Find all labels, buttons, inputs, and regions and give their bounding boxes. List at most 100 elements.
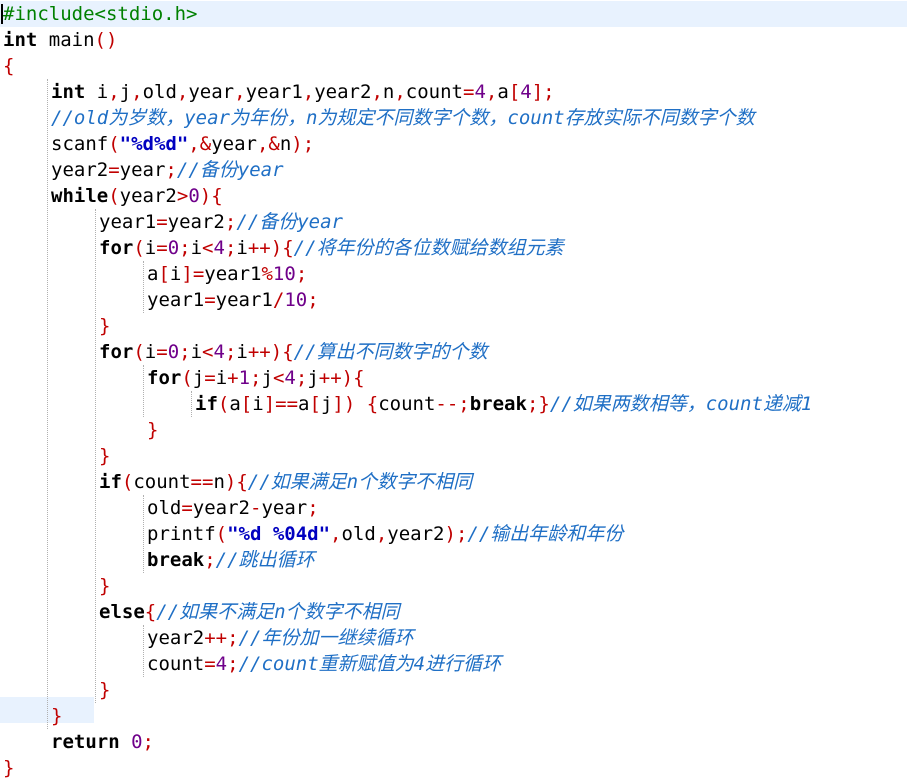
code-token: ,&	[256, 133, 280, 155]
code-token: i	[190, 237, 203, 259]
code-token: 4	[215, 653, 228, 675]
code-line[interactable]: return 0;	[0, 729, 907, 755]
code-token: year2	[387, 523, 445, 545]
code-token: =	[463, 81, 475, 103]
code-line-text: if(count==n){//如果满足n个数字不相同	[99, 469, 472, 495]
code-token: (	[217, 393, 230, 415]
code-token: a	[298, 393, 310, 415]
code-line[interactable]: scanf("%d%d",&year,&n);	[0, 131, 907, 157]
code-line[interactable]: int i,j,old,year,year1,year2,n,count=4,a…	[0, 79, 907, 105]
code-line[interactable]: }	[0, 573, 907, 599]
code-token: ){	[270, 237, 294, 259]
code-token: ;	[455, 523, 468, 545]
code-token: int	[51, 81, 86, 103]
code-line-text: for(j=i+1;j<4;j++){	[147, 365, 365, 391]
code-token: year1	[99, 211, 157, 233]
code-line-text: a[i]=year1%10;	[147, 261, 307, 287]
indent-guide	[143, 625, 144, 677]
code-token: ,	[108, 81, 120, 103]
code-token: j	[261, 367, 273, 389]
code-line[interactable]: year2++;//年份加一继续循环	[0, 625, 907, 651]
code-token: 4	[474, 81, 486, 103]
code-line-text: old=year2-year;	[147, 495, 319, 521]
code-line-text: {	[3, 53, 14, 79]
code-token: ,	[371, 81, 383, 103]
code-token: %	[261, 263, 273, 285]
code-token: i	[144, 341, 157, 363]
code-line[interactable]: printf("%d %04d",old,year2);//输出年龄和年份	[0, 521, 907, 547]
code-token: }	[99, 445, 111, 467]
code-token: }	[147, 419, 159, 441]
code-line[interactable]: }	[0, 677, 907, 703]
code-token: while	[51, 185, 109, 207]
code-token: -	[249, 497, 262, 519]
code-token: <	[272, 367, 285, 389]
code-line[interactable]: for(i=0;i<4;i++){//算出不同数字的个数	[0, 339, 907, 365]
code-line[interactable]: #include<stdio.h>	[0, 1, 907, 27]
code-line-text: }	[99, 573, 110, 599]
code-token: ++	[318, 367, 342, 389]
code-token: j	[119, 81, 132, 103]
code-line-text: }	[99, 313, 110, 339]
code-token: a	[229, 393, 241, 415]
code-line[interactable]: }	[0, 313, 907, 339]
code-token: =	[204, 367, 216, 389]
code-token: n	[382, 81, 395, 103]
code-token: i	[252, 393, 264, 415]
code-token: a	[497, 81, 509, 103]
code-comment: //如果两数相等，count递减1	[549, 393, 813, 415]
code-line-text: if(a[i]==a[j]) {count--;break;}//如果两数相等，…	[195, 391, 812, 417]
code-token: "%d%d"	[119, 133, 189, 155]
code-token: ++	[247, 341, 271, 363]
code-token: +	[227, 367, 239, 389]
code-token: =	[156, 237, 168, 259]
code-line[interactable]: }	[0, 443, 907, 469]
code-token: n	[213, 471, 225, 493]
code-token: i	[236, 237, 248, 259]
code-line[interactable]: //old为岁数，year为年份，n为规定不同数字个数，count存放实际不同数…	[0, 105, 907, 131]
code-line[interactable]: for(i=0;i<4;i++){//将年份的各位数赋给数组元素	[0, 235, 907, 261]
code-token: for	[99, 237, 134, 259]
code-token: [	[158, 263, 170, 285]
code-token: j	[192, 367, 205, 389]
code-line[interactable]: year1=year2;//备份year	[0, 209, 907, 235]
code-line[interactable]: if(count==n){//如果满足n个数字不相同	[0, 469, 907, 495]
code-line[interactable]: year1=year1/10;	[0, 287, 907, 313]
code-comment: //old为岁数，year为年份，n为规定不同数字个数，count存放实际不同数…	[51, 107, 755, 129]
code-token: break	[147, 549, 205, 571]
code-line[interactable]: {	[0, 53, 907, 79]
code-token: #include<stdio.h>	[3, 3, 198, 25]
code-token: [	[508, 81, 521, 103]
code-token: }	[3, 757, 15, 779]
code-token: year2	[314, 81, 372, 103]
code-line[interactable]: a[i]=year1%10;	[0, 261, 907, 287]
code-line-text: }	[3, 755, 14, 781]
code-line[interactable]: count=4;//count重新赋值为4进行循环	[0, 651, 907, 677]
code-token: {	[366, 393, 379, 415]
code-line[interactable]: if(a[i]==a[j]) {count--;break;}//如果两数相等，…	[0, 391, 907, 417]
code-line[interactable]: }	[0, 755, 907, 781]
code-comment: //跳出循环	[215, 549, 315, 571]
code-line[interactable]: int main()	[0, 27, 907, 53]
code-token: ){	[199, 185, 223, 207]
code-token: ;	[295, 263, 308, 285]
code-line[interactable]: old=year2-year;	[0, 495, 907, 521]
code-line[interactable]: year2=year;//备份year	[0, 157, 907, 183]
code-line[interactable]: break;//跳出循环	[0, 547, 907, 573]
code-token: year1	[215, 289, 273, 311]
code-token: ;	[224, 237, 237, 259]
code-line[interactable]: while(year2>0){	[0, 183, 907, 209]
code-token: count	[405, 81, 463, 103]
indent-guide	[47, 79, 48, 729]
code-editor[interactable]: #include<stdio.h> int main(){int i,j,old,…	[0, 0, 907, 783]
code-token: year	[188, 81, 235, 103]
code-line[interactable]: else{//如果不满足n个数字不相同	[0, 599, 907, 625]
code-line[interactable]: }	[0, 417, 907, 443]
code-comment: //备份year	[176, 159, 284, 181]
code-comment: //将年份的各位数赋给数组元素	[293, 237, 564, 259]
code-token: year2	[167, 211, 225, 233]
code-line[interactable]: }	[0, 703, 907, 729]
code-token: ,	[131, 81, 143, 103]
code-line[interactable]: for(j=i+1;j<4;j++){	[0, 365, 907, 391]
code-token: =	[204, 289, 216, 311]
